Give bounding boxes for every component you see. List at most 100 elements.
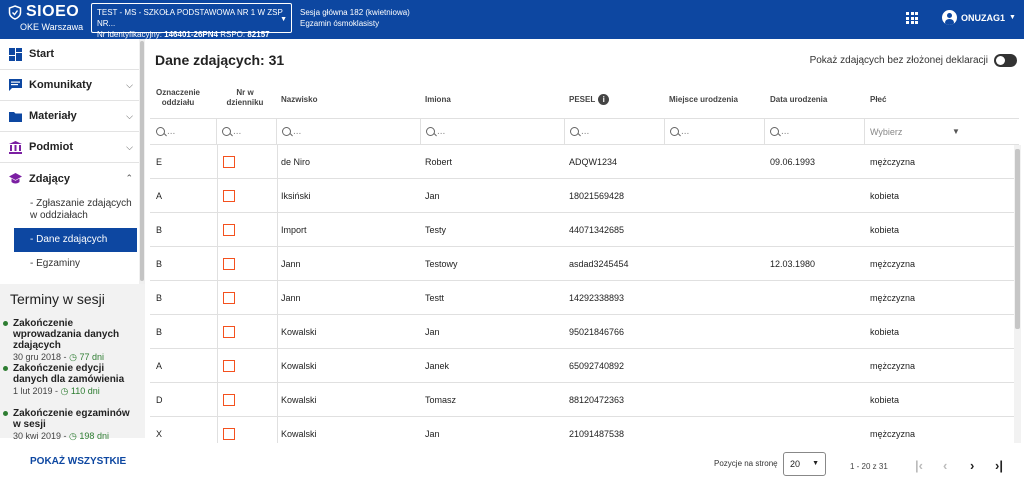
table-row[interactable]: B Kowalski Jan 95021846766 kobieta: [150, 315, 1014, 349]
term-date: 1 lut 2019 -: [13, 386, 59, 396]
row-checkbox[interactable]: [223, 247, 235, 281]
cell-names: Testy: [425, 225, 447, 235]
cell-surname: Kowalski: [281, 395, 317, 405]
table-row[interactable]: B Jann Testt 14292338893 mężczyzna: [150, 281, 1014, 315]
filter-birthplace[interactable]: ...: [665, 119, 765, 144]
prev-page-icon[interactable]: ‹: [943, 458, 947, 473]
term-item: Zakończenie edycji danych dla zamówienia…: [3, 363, 138, 397]
app-name: SIOEO: [26, 3, 80, 20]
filter-row: ... ... ... ... ... ... ... Wybierz ▼: [150, 118, 1019, 145]
cell-names: Robert: [425, 157, 453, 167]
cell-gender: mężczyzna: [870, 361, 916, 371]
clock-icon: ◷: [69, 352, 77, 362]
column-header-surname[interactable]: Nazwisko: [281, 95, 317, 105]
column-header-pesel[interactable]: PESEL i: [569, 94, 610, 105]
sidebar-subitem-zgloszenia[interactable]: - Zgłaszanie zdających w oddziałach: [0, 198, 139, 228]
page-range: 1 - 20 z 31: [850, 462, 888, 471]
filter-placeholder: ...: [781, 126, 790, 137]
next-page-icon[interactable]: ›: [970, 458, 974, 473]
row-checkbox[interactable]: [223, 315, 235, 349]
cell-surname: Kowalski: [281, 429, 317, 439]
message-icon: [9, 78, 22, 91]
filter-placeholder: ...: [681, 126, 690, 137]
sidebar-item-label: Materiały: [29, 110, 77, 122]
table-row[interactable]: D Kowalski Tomasz 88120472363 kobieta: [150, 383, 1014, 417]
sidebar-subitem-dane-zdajacych[interactable]: - Dane zdających: [14, 228, 137, 252]
sidebar-item-materialy[interactable]: Materiały ⌵: [0, 101, 139, 132]
folder-icon: [9, 111, 22, 122]
school-id-value: 146401-26PN4: [164, 30, 218, 39]
row-checkbox[interactable]: [223, 179, 235, 213]
pesel-label: PESEL: [569, 94, 596, 104]
column-header-gender[interactable]: Płeć: [870, 95, 886, 105]
cell-surname: Import: [281, 225, 307, 235]
cell-gender: kobieta: [870, 327, 900, 337]
filter-placeholder: ...: [233, 126, 242, 137]
shield-icon: [8, 4, 22, 20]
sidebar-item-podmiot[interactable]: Podmiot ⌵: [0, 132, 139, 163]
term-date: 30 kwi 2019 -: [13, 431, 67, 441]
toggle-label: Pokaż zdających bez złożonej deklaracji: [809, 55, 988, 66]
cell-gender: kobieta: [870, 191, 900, 201]
search-icon: [426, 127, 435, 136]
brand[interactable]: SIOEO OKE Warszawa: [8, 3, 88, 32]
rspo-value: 82157: [247, 30, 270, 39]
filter-journal-no[interactable]: ...: [217, 119, 277, 144]
sidebar-item-label: Zdający: [29, 172, 70, 185]
term-days: 110 dni: [70, 386, 100, 396]
term-days: 198 dni: [79, 431, 109, 441]
filter-birthdate[interactable]: ...: [765, 119, 865, 144]
cell-gender: mężczyzna: [870, 293, 916, 303]
first-page-icon[interactable]: |‹: [915, 458, 923, 473]
caret-down-icon: ▼: [1009, 14, 1016, 21]
clock-icon: ◷: [69, 431, 77, 441]
user-menu[interactable]: ONUZAG1 ▼: [942, 10, 1016, 25]
chevron-up-icon: ⌃: [125, 173, 133, 183]
cell-class: E: [156, 157, 163, 167]
filter-names[interactable]: ...: [421, 119, 565, 144]
sidebar-subitem-egzaminy[interactable]: - Egzaminy: [0, 258, 139, 270]
caret-down-icon[interactable]: ▼: [952, 127, 960, 136]
gender-filter-select[interactable]: Wybierz: [870, 127, 902, 137]
filter-pesel[interactable]: ...: [565, 119, 665, 144]
term-date: 30 gru 2018 -: [13, 352, 67, 362]
info-icon[interactable]: i: [598, 94, 610, 105]
table-row[interactable]: E de Niro Robert ADQW1234 09.06.1993 męż…: [150, 145, 1014, 179]
last-page-icon[interactable]: ›|: [995, 458, 1003, 473]
row-checkbox[interactable]: [223, 213, 235, 247]
sidebar-item-komunikaty[interactable]: Komunikaty ⌵: [0, 70, 139, 101]
row-checkbox[interactable]: [223, 349, 235, 383]
school-selector[interactable]: TEST - MS - SZKOŁA PODSTAWOWA NR 1 W ZSP…: [91, 3, 292, 39]
per-page-value: 20: [790, 459, 801, 469]
rspo-label: RSPO:: [220, 30, 246, 39]
row-checkbox[interactable]: [223, 417, 235, 443]
table-row[interactable]: B Import Testy 44071342685 kobieta: [150, 213, 1014, 247]
table-row[interactable]: A Iksiński Jan 18021569428 kobieta: [150, 179, 1014, 213]
no-declaration-toggle[interactable]: [994, 54, 1017, 67]
table-scrollbar[interactable]: [1014, 145, 1021, 443]
column-header-class[interactable]: Oznaczenie oddziału: [153, 88, 203, 108]
show-all-button[interactable]: POKAŻ WSZYSTKIE: [30, 456, 126, 467]
row-checkbox[interactable]: [223, 281, 235, 315]
column-header-birthplace[interactable]: Miejsce urodzenia: [669, 95, 738, 105]
column-header-birthdate[interactable]: Data urodzenia: [770, 95, 827, 105]
column-header-journal-no[interactable]: Nr w dzienniku: [225, 88, 265, 108]
table-row[interactable]: X Kowalski Jan 21091487538 mężczyzna: [150, 417, 1014, 443]
table-row[interactable]: B Jann Testowy asdad3245454 12.03.1980 m…: [150, 247, 1014, 281]
search-icon: [670, 127, 679, 136]
sidebar-item-zdajacy[interactable]: Zdający ⌃: [0, 163, 139, 194]
per-page-select[interactable]: 20 ▼: [783, 452, 826, 476]
status-dot-icon: [3, 411, 8, 416]
filter-class[interactable]: ...: [150, 119, 217, 144]
table-row[interactable]: A Kowalski Janek 65092740892 mężczyzna: [150, 349, 1014, 383]
row-checkbox[interactable]: [223, 383, 235, 417]
no-declaration-toggle-wrap: Pokaż zdających bez złożonej deklaracji: [810, 54, 1017, 67]
sidebar-item-start[interactable]: Start: [0, 39, 139, 70]
filter-surname[interactable]: ...: [277, 119, 421, 144]
row-checkbox[interactable]: [223, 145, 235, 179]
apps-icon[interactable]: [906, 12, 918, 24]
cell-names: Janek: [425, 361, 450, 371]
cell-names: Jan: [425, 429, 440, 439]
column-header-names[interactable]: Imiona: [425, 95, 451, 105]
cell-gender: mężczyzna: [870, 259, 916, 269]
